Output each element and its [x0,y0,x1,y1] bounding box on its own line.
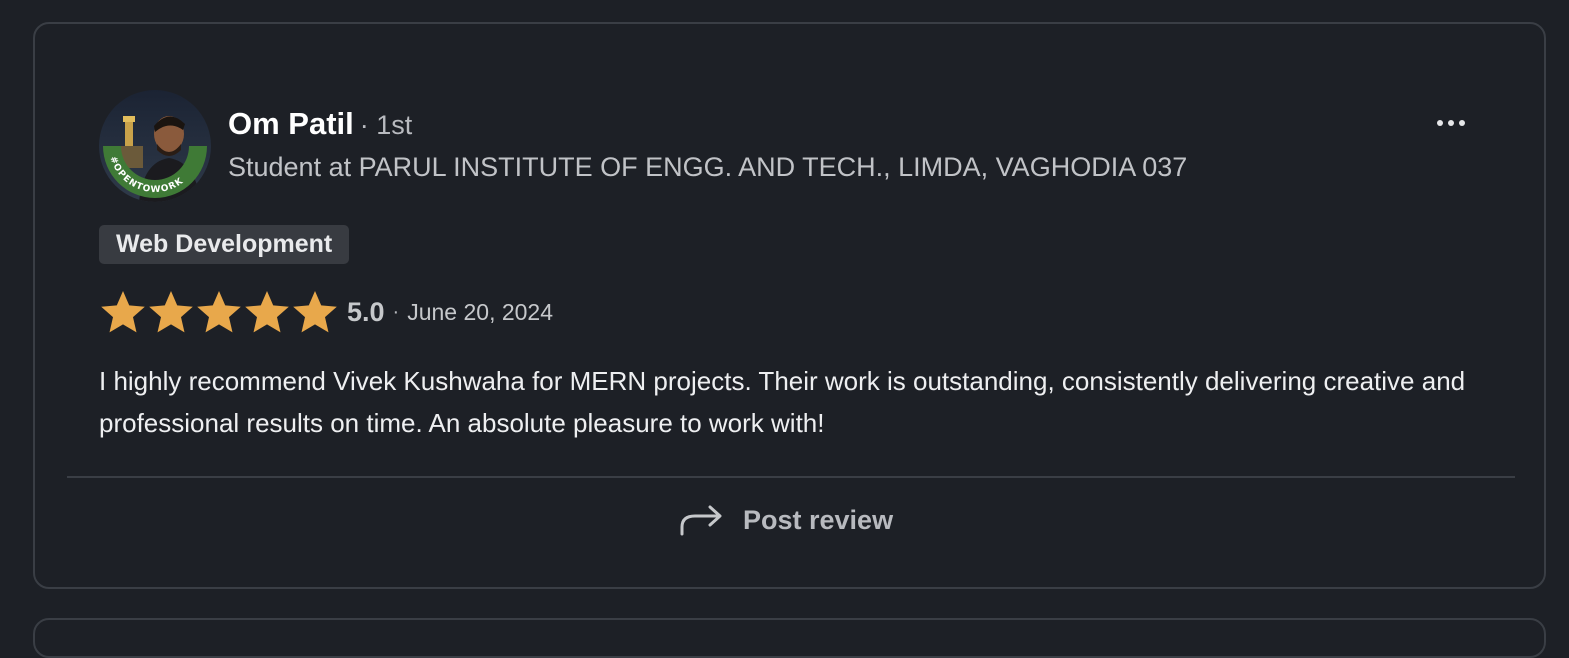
review-text: I highly recommend Vivek Kushwaha for ME… [99,366,1466,438]
star-icon [101,291,145,333]
more-options-button[interactable] [1431,108,1471,138]
rating-row: 5.0 · June 20, 2024 [99,286,553,338]
divider [67,476,1515,478]
star-icon [293,291,337,333]
review-date: June 20, 2024 [407,298,554,325]
rating-value: 5.0 [347,296,385,327]
connection-degree: · 1st [359,110,413,140]
star-icon [197,291,241,333]
author-name[interactable]: Om Patil [228,106,354,141]
author-name-line: Om Patil · 1st [228,106,412,142]
star-rating [99,288,339,336]
more-horizontal-icon [1437,120,1465,126]
rating-separator: · [392,300,400,323]
share-arrow-icon [680,505,722,536]
star-icon [245,291,289,333]
next-review-card [33,618,1546,658]
author-headline: Student at PARUL INSTITUTE OF ENGG. AND … [228,152,1188,182]
post-review-label: Post review [743,504,894,535]
service-tag: Web Development [99,225,350,264]
review-card: #OPENTOWORK Om Patil · 1st Student at PAR… [33,22,1546,589]
avatar-image: #OPENTOWORK [99,90,211,202]
post-review-button[interactable]: Post review [679,494,893,546]
star-icon [149,291,193,333]
avatar[interactable]: #OPENTOWORK [99,90,211,202]
